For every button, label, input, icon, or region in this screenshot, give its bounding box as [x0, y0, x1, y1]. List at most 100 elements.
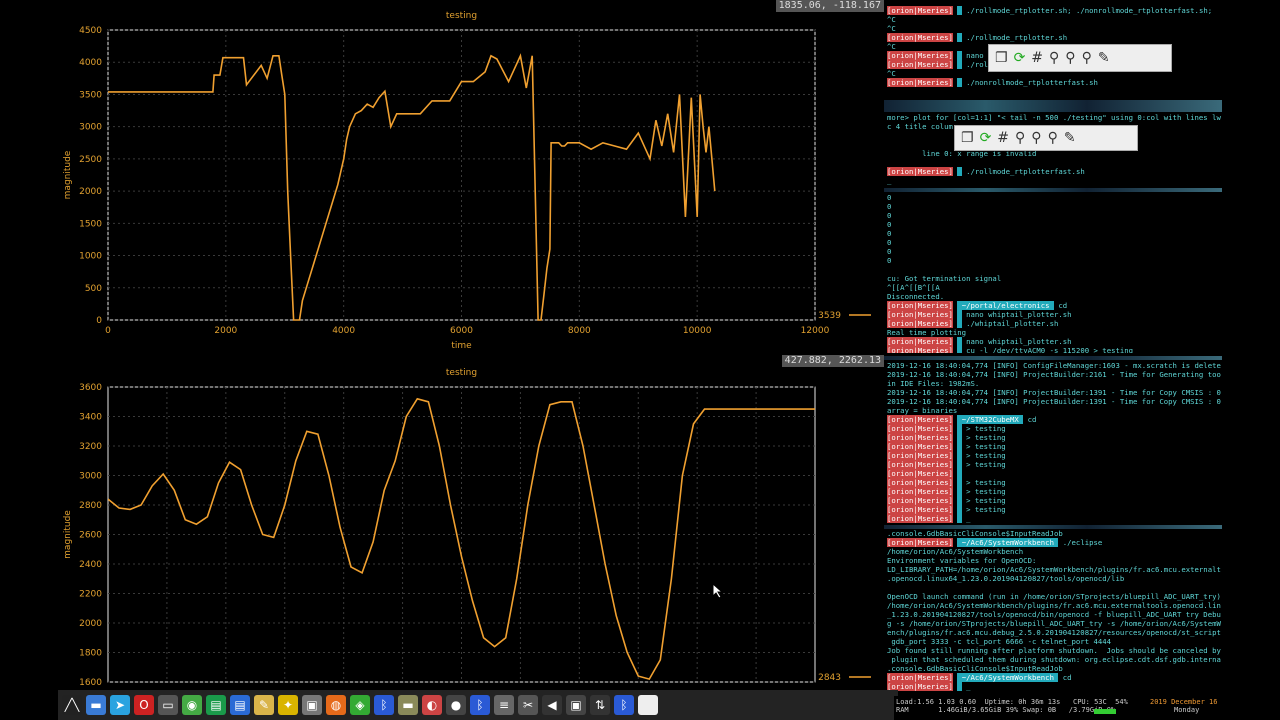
zoom-auto-icon[interactable]: ⚲	[1048, 130, 1058, 146]
y-tick-label: 1600	[79, 678, 102, 688]
paint-icon[interactable]: ◐	[422, 695, 442, 715]
prompt-command: nano whiptail_plotter.sh	[961, 337, 1072, 346]
gnuplot-window-bottom[interactable]: 1600 1800 2000 2200 2400 2600 2800 3000 3200 3400…	[58, 355, 884, 690]
taskbar: ╱╲ ▬ ➤ O ▭ ◉ ▤ ▤ ✎ ✦ ▣ ◍ ◈ ᛒ ▬ ◐ ● ᛒ ≡ ✂ ◀ ▣ ⇅ ᛒ	[58, 690, 898, 720]
terminal-pane-3[interactable]: 0 0 0 0 0 0 0 0 cu: Got termination signal ^[[A^[…	[887, 193, 1221, 353]
telegram-icon[interactable]: ➤	[110, 695, 130, 715]
terminal-line: [orion|Mseries] ./rollmode_rtplotterfast…	[887, 167, 1221, 176]
y-tick-label: 3000	[79, 123, 102, 133]
terminal-line: in IDE Files: 1982mS.	[887, 379, 980, 388]
firefox-icon[interactable]: ◍	[326, 695, 346, 715]
x-tick-label: 6000	[450, 326, 473, 336]
x-tick-label: 12000	[801, 326, 830, 336]
files-icon[interactable]: ▬	[86, 695, 106, 715]
terminal-pane-5[interactable]: .console.GdbBasicCliConsole$InputReadJob…	[887, 529, 1221, 694]
tools-icon[interactable]: ✂	[518, 695, 538, 715]
y-tick-label: 3400	[79, 413, 102, 423]
nautilus-icon[interactable]: ◈	[350, 695, 370, 715]
y-tick-label: 1500	[79, 219, 102, 229]
terminal-line: [orion|Mseries] ~/Ac6/SystemWorkbench ./…	[887, 538, 1221, 547]
y-axis-label: magnitude	[63, 150, 73, 199]
volume-icon[interactable]: ◀	[542, 695, 562, 715]
terminal-line: 2019-12-16 18:40:04,774 [INFO] ProjectBu…	[887, 397, 1221, 406]
terminal-line: 0	[887, 229, 892, 238]
zoom-auto-icon[interactable]: ⚲	[1082, 50, 1092, 66]
opera-icon[interactable]: O	[134, 695, 154, 715]
bluetooth-icon-3[interactable]: ᛒ	[614, 695, 634, 715]
prompt-command: cu -l /dev/ttyACM0 -s 115200 > testing	[961, 346, 1134, 353]
y-tick-label: 1000	[79, 252, 102, 262]
grid-icon[interactable]: #	[997, 130, 1009, 146]
prompt-command: > testing	[961, 433, 1006, 442]
terminal-line: .openocd.linux64_1.23.0.201904120827/too…	[887, 574, 1125, 583]
prompt-user: [orion|Mseries]	[887, 478, 953, 487]
y-tick-label: 500	[85, 284, 102, 294]
zoom-next-icon[interactable]: ⚲	[1031, 130, 1041, 146]
replot-icon[interactable]: ⟳	[1014, 50, 1026, 66]
disc-icon[interactable]: ●	[446, 695, 466, 715]
terminal-line: 0	[887, 247, 892, 256]
prompt-user: [orion|Mseries]	[887, 424, 953, 433]
bluetooth-icon-2[interactable]: ᛒ	[470, 695, 490, 715]
prompt-command: > testing	[961, 460, 1006, 469]
terminal-line: 0	[887, 193, 892, 202]
config-icon[interactable]: ✎	[1064, 130, 1076, 146]
suitcase-icon[interactable]: ▣	[302, 695, 322, 715]
terminal-line: [orion|Mseries] > testing	[887, 487, 1221, 496]
zoom-prev-icon[interactable]: ⚲	[1049, 50, 1059, 66]
ticket-icon[interactable]: ✦	[278, 695, 298, 715]
y-tick-label: 4500	[79, 26, 102, 36]
pane-divider	[884, 356, 1222, 360]
terminal-line: /home/orion/Ac6/SystemWorkbench	[887, 547, 1024, 556]
chart-top: 0 500 1000 1500 2000 2500 3000 3500 4000 4500 0 200…	[63, 11, 871, 351]
prompt-command: > testing	[961, 505, 1006, 514]
copy-icon[interactable]: ❐	[961, 130, 974, 146]
terminal-line: 0	[887, 238, 892, 247]
zoom-prev-icon[interactable]: ⚲	[1015, 130, 1025, 146]
terminal-line: 0	[887, 220, 892, 229]
display-icon[interactable]: ▭	[158, 695, 178, 715]
chart-title: testing	[446, 368, 477, 378]
gnuplot-toolbar-2: ❐ ⟳ # ⚲ ⚲ ⚲ ✎	[954, 125, 1138, 151]
network-icon[interactable]: ⇅	[590, 695, 610, 715]
terminal-line: plugin that scheduled them during shutdo…	[887, 655, 1221, 664]
zoom-next-icon[interactable]: ⚲	[1065, 50, 1075, 66]
sheets-icon[interactable]: ▤	[206, 695, 226, 715]
series-line	[108, 397, 815, 681]
x-axis-label: time	[451, 341, 472, 351]
x-tick-label: 0	[105, 326, 111, 336]
gnuplot-window-top[interactable]: 0 500 1000 1500 2000 2500 3000 3500 4000 4500 0 200…	[58, 0, 884, 353]
config-icon[interactable]: ✎	[1098, 50, 1110, 66]
prompt-user: [orion|Mseries]	[887, 167, 953, 176]
terminal-line: [orion|Mseries] > testing	[887, 460, 1221, 469]
blank-icon[interactable]	[638, 695, 658, 715]
grid-icon[interactable]: #	[1031, 50, 1043, 66]
terminal-line: 2019-12-16 18:40:04,774 [INFO] ProjectBu…	[887, 370, 1221, 379]
terminal-line: [orion|Mseries] > testing	[887, 505, 1221, 514]
copy-icon[interactable]: ❐	[995, 50, 1008, 66]
legend-label: 2843	[818, 673, 841, 683]
terminal-pane-4[interactable]: 2019-12-16 18:40:04,774 [INFO] ConfigFil…	[887, 361, 1221, 523]
terminal-line: [orion|Mseries]	[887, 469, 1221, 478]
docs-icon[interactable]: ▤	[230, 695, 250, 715]
draw-icon[interactable]: ✎	[254, 695, 274, 715]
terminal-line: 0	[887, 202, 892, 211]
terminal-line: [orion|Mseries] ~/portal/electronics cd	[887, 301, 1221, 310]
folder-icon[interactable]: ▬	[398, 695, 418, 715]
menu-icon[interactable]: ╱╲	[62, 695, 82, 715]
camera-icon[interactable]: ▣	[566, 695, 586, 715]
replot-icon[interactable]: ⟳	[980, 130, 992, 146]
chrome-icon[interactable]: ◉	[182, 695, 202, 715]
lines-icon[interactable]: ≡	[494, 695, 514, 715]
terminal-line: [orion|Mseries] ~/Ac6/SystemWorkbench cd	[887, 673, 1221, 682]
prompt-command: > testing	[961, 424, 1006, 433]
prompt-user: [orion|Mseries]	[887, 469, 953, 478]
terminal-line: ench/plugins/fr.ac6.mcu.debug_2.5.0.2019…	[887, 628, 1221, 637]
y-tick-label: 2200	[79, 590, 102, 600]
cpu-bar	[1094, 709, 1116, 714]
chart-bottom: 1600 1800 2000 2200 2400 2600 2800 3000 3200 3400…	[63, 368, 871, 688]
bluetooth-icon[interactable]: ᛒ	[374, 695, 394, 715]
terminal-line: .console.GdbBasicCliConsole$InputReadJob	[887, 529, 1063, 538]
